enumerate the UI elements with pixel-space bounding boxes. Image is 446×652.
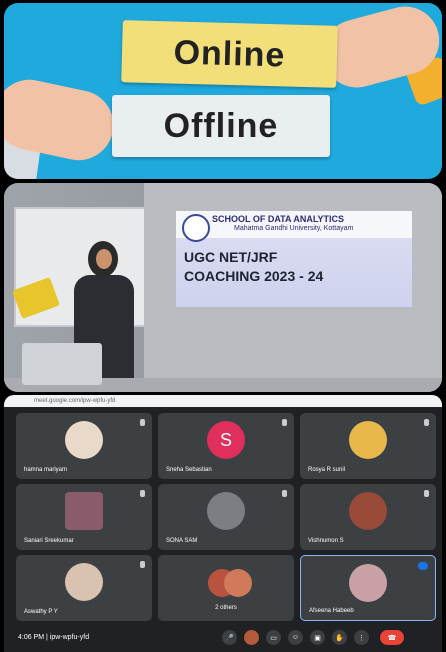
participant-name: hamna mariyam bbox=[24, 467, 68, 473]
participant-tile[interactable]: hamna mariyam bbox=[16, 413, 152, 479]
avatar bbox=[224, 569, 252, 597]
participant-name: Aswathy P Y bbox=[24, 609, 58, 615]
meeting-info: 4:06 PM | ipw-wpfu-yfd bbox=[18, 634, 90, 641]
address-bar[interactable]: meet.google.com/ipw-wpfu-yfd bbox=[4, 395, 442, 407]
university-seal-icon bbox=[182, 214, 210, 242]
classroom-photo: SCHOOL OF DATA ANALYTICS Mahatma Gandhi … bbox=[4, 183, 442, 392]
participant-tile-active[interactable]: Afseena Habeeb bbox=[300, 555, 436, 621]
participant-name: Rosya R sunil bbox=[308, 467, 346, 473]
slide-subtitle: Mahatma Gandhi University, Kottayam bbox=[234, 225, 354, 232]
present-icon[interactable]: ▣ bbox=[310, 630, 325, 645]
participant-tile[interactable]: Saniari Sreekumar bbox=[16, 484, 152, 550]
offline-card: Offline bbox=[112, 95, 330, 157]
participant-name: SONA SAM bbox=[166, 538, 198, 544]
captions-icon[interactable]: ▭ bbox=[266, 630, 281, 645]
participant-name: 2 others bbox=[215, 605, 237, 611]
camera-icon[interactable] bbox=[244, 630, 259, 645]
meeting-toolbar: 4:06 PM | ipw-wpfu-yfd 🎤 ▭ ☺ ▣ ✋ ⋮ ☎ bbox=[4, 625, 442, 652]
end-call-icon[interactable]: ☎ bbox=[380, 630, 404, 645]
mic-icon bbox=[140, 419, 145, 426]
participant-name: Sneha Sebastian bbox=[166, 467, 212, 473]
avatar bbox=[65, 563, 103, 601]
participant-name: Afseena Habeeb bbox=[309, 608, 354, 614]
mic-icon bbox=[282, 490, 287, 497]
more-icon[interactable]: ⋮ bbox=[354, 630, 369, 645]
avatar bbox=[65, 492, 103, 530]
mic-icon[interactable]: 🎤 bbox=[222, 630, 237, 645]
participant-name: Saniari Sreekumar bbox=[24, 538, 74, 544]
projected-slide: SCHOOL OF DATA ANALYTICS Mahatma Gandhi … bbox=[176, 211, 412, 307]
participant-tile[interactable]: SONA SAM bbox=[158, 484, 294, 550]
participant-tile[interactable]: S Sneha Sebastian bbox=[158, 413, 294, 479]
slide-title: SCHOOL OF DATA ANALYTICS bbox=[212, 214, 345, 224]
online-card: Online bbox=[121, 20, 338, 88]
mic-icon bbox=[140, 561, 145, 568]
raise-hand-icon[interactable]: ✋ bbox=[332, 630, 347, 645]
avatar bbox=[65, 421, 103, 459]
mic-icon bbox=[424, 490, 429, 497]
avatar bbox=[349, 492, 387, 530]
participant-name: Vishnumon S bbox=[308, 538, 344, 544]
avatar bbox=[349, 421, 387, 459]
mic-icon bbox=[282, 419, 287, 426]
online-offline-image: Online Offline bbox=[4, 3, 442, 179]
slide-subheading: COACHING 2023 - 24 bbox=[184, 268, 324, 284]
laptop bbox=[22, 343, 102, 385]
mic-icon bbox=[424, 419, 429, 426]
emoji-icon[interactable]: ☺ bbox=[288, 630, 303, 645]
meeting-code: ipw-wpfu-yfd bbox=[49, 634, 90, 641]
presenter-face bbox=[96, 249, 112, 269]
participant-tile[interactable]: Aswathy P Y bbox=[16, 555, 152, 621]
avatar bbox=[207, 492, 245, 530]
avatar bbox=[349, 564, 387, 602]
participant-tile[interactable]: Vishnumon S bbox=[300, 484, 436, 550]
video-call-screenshot: meet.google.com/ipw-wpfu-yfd hamna mariy… bbox=[4, 395, 442, 652]
mic-icon bbox=[140, 490, 145, 497]
participant-tile[interactable]: 2 others bbox=[158, 555, 294, 621]
avatar: S bbox=[207, 421, 245, 459]
speaking-icon bbox=[418, 562, 428, 570]
participant-tile[interactable]: Rosya R sunil bbox=[300, 413, 436, 479]
slide-heading: UGC NET/JRF bbox=[184, 249, 278, 265]
clock: 4:06 PM bbox=[18, 634, 45, 641]
